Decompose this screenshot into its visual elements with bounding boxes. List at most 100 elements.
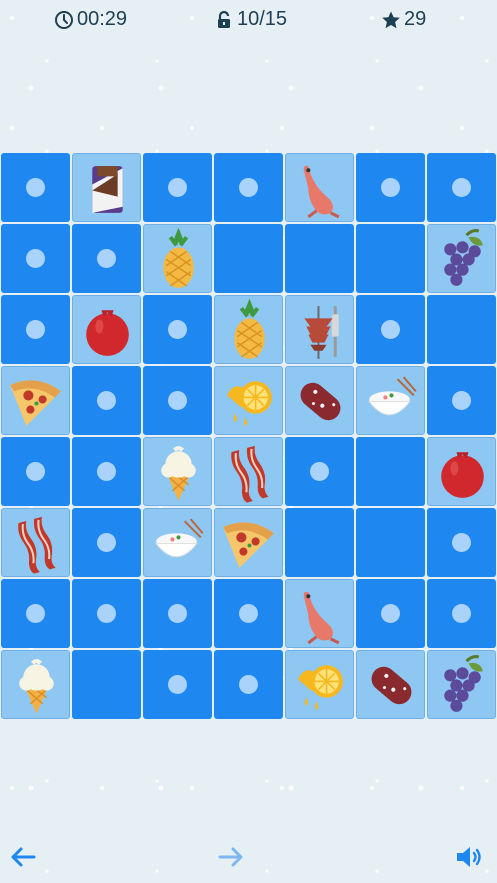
tile-hidden[interactable] [72, 224, 141, 293]
progress-value: 10/15 [237, 8, 288, 30]
tile-hidden[interactable] [1, 437, 70, 506]
tile-hidden[interactable] [427, 579, 496, 648]
tile-pineapple[interactable] [214, 295, 283, 364]
pineapple-icon [163, 227, 194, 288]
pineapple-icon [234, 298, 265, 359]
ice-cream-icon [161, 446, 196, 501]
tile-empty[interactable] [356, 437, 425, 506]
tile-empty[interactable] [427, 295, 496, 364]
tile-hidden[interactable] [143, 579, 212, 648]
tile-dot [168, 391, 187, 410]
arrow-left-icon [11, 847, 36, 867]
shrimp-icon [303, 165, 340, 219]
tile-pineapple[interactable] [143, 224, 212, 293]
tile-dot [452, 533, 471, 552]
tile-dot [168, 178, 187, 197]
tile-hidden[interactable] [1, 224, 70, 293]
tile-hidden[interactable] [427, 366, 496, 435]
tile-dot [26, 604, 45, 623]
pomegranate-icon [441, 452, 484, 498]
tile-grapes[interactable] [427, 224, 496, 293]
tile-hidden[interactable] [72, 437, 141, 506]
tile-kebab[interactable] [285, 295, 354, 364]
tile-hidden[interactable] [356, 153, 425, 222]
tile-pizza[interactable] [1, 366, 70, 435]
chocolate-icon [92, 166, 123, 213]
tile-hidden[interactable] [72, 366, 141, 435]
tile-empty[interactable] [214, 224, 283, 293]
tile-empty[interactable] [285, 508, 354, 577]
tile-dot [26, 462, 45, 481]
tile-ice-cream[interactable] [1, 650, 70, 719]
tile-shrimp[interactable] [285, 579, 354, 648]
tile-pomegranate[interactable] [72, 295, 141, 364]
tile-empty[interactable] [285, 224, 354, 293]
tile-hidden[interactable] [72, 508, 141, 577]
tile-empty[interactable] [72, 650, 141, 719]
pizza-icon [223, 522, 274, 568]
tile-dot [97, 533, 116, 552]
tile-hidden[interactable] [427, 508, 496, 577]
tile-sausage[interactable] [285, 366, 354, 435]
bottom-toolbar [0, 840, 497, 876]
timer-value: 00:29 [77, 8, 128, 30]
tile-hidden[interactable] [356, 579, 425, 648]
tile-dot [381, 320, 400, 339]
tile-dot [168, 675, 187, 694]
tile-hidden[interactable] [72, 579, 141, 648]
tile-hidden[interactable] [143, 650, 212, 719]
tile-hidden[interactable] [143, 153, 212, 222]
tile-dot [452, 391, 471, 410]
tile-hidden[interactable] [1, 295, 70, 364]
tile-hidden[interactable] [143, 295, 212, 364]
tile-empty[interactable] [356, 508, 425, 577]
stars-counter: 29 [381, 8, 426, 31]
tile-hidden[interactable] [1, 153, 70, 222]
back-button[interactable] [6, 840, 40, 874]
tile-grapes[interactable] [427, 650, 496, 719]
tile-hidden[interactable] [427, 153, 496, 222]
tile-dot [381, 604, 400, 623]
tile-dot [97, 462, 116, 481]
tile-lemon[interactable] [214, 366, 283, 435]
sound-button[interactable] [453, 840, 487, 874]
tile-dot [239, 675, 258, 694]
tile-rice-bowl[interactable] [356, 366, 425, 435]
rice-bowl-icon [155, 518, 204, 558]
tile-sausage[interactable] [356, 650, 425, 719]
tile-dot [26, 178, 45, 197]
tile-dot [239, 178, 258, 197]
clock-icon [55, 10, 73, 29]
tile-chocolate[interactable] [72, 153, 141, 222]
tile-hidden[interactable] [214, 579, 283, 648]
next-button[interactable] [214, 840, 248, 874]
tile-hidden[interactable] [356, 295, 425, 364]
bacon-icon [231, 445, 269, 503]
ice-cream-icon [19, 659, 54, 714]
tile-hidden[interactable] [214, 650, 283, 719]
shrimp-icon [303, 591, 340, 645]
tile-pizza[interactable] [214, 508, 283, 577]
tile-pomegranate[interactable] [427, 437, 496, 506]
tile-ice-cream[interactable] [143, 437, 212, 506]
grapes-icon [444, 229, 483, 286]
sausage-icon [371, 666, 412, 705]
tile-shrimp[interactable] [285, 153, 354, 222]
tile-bacon[interactable] [1, 508, 70, 577]
tile-bacon[interactable] [214, 437, 283, 506]
tile-hidden[interactable] [214, 153, 283, 222]
tile-dot [168, 604, 187, 623]
tile-dot [381, 178, 400, 197]
tile-empty[interactable] [356, 224, 425, 293]
timer: 00:29 [54, 8, 127, 31]
star-icon [382, 11, 400, 28]
tile-hidden[interactable] [285, 437, 354, 506]
unlock-icon [218, 10, 230, 28]
tile-rice-bowl[interactable] [143, 508, 212, 577]
tile-lemon[interactable] [285, 650, 354, 719]
tile-dot [97, 604, 116, 623]
tile-hidden[interactable] [143, 366, 212, 435]
tile-hidden[interactable] [1, 579, 70, 648]
pomegranate-icon [86, 310, 129, 356]
kebab-icon [304, 306, 339, 359]
